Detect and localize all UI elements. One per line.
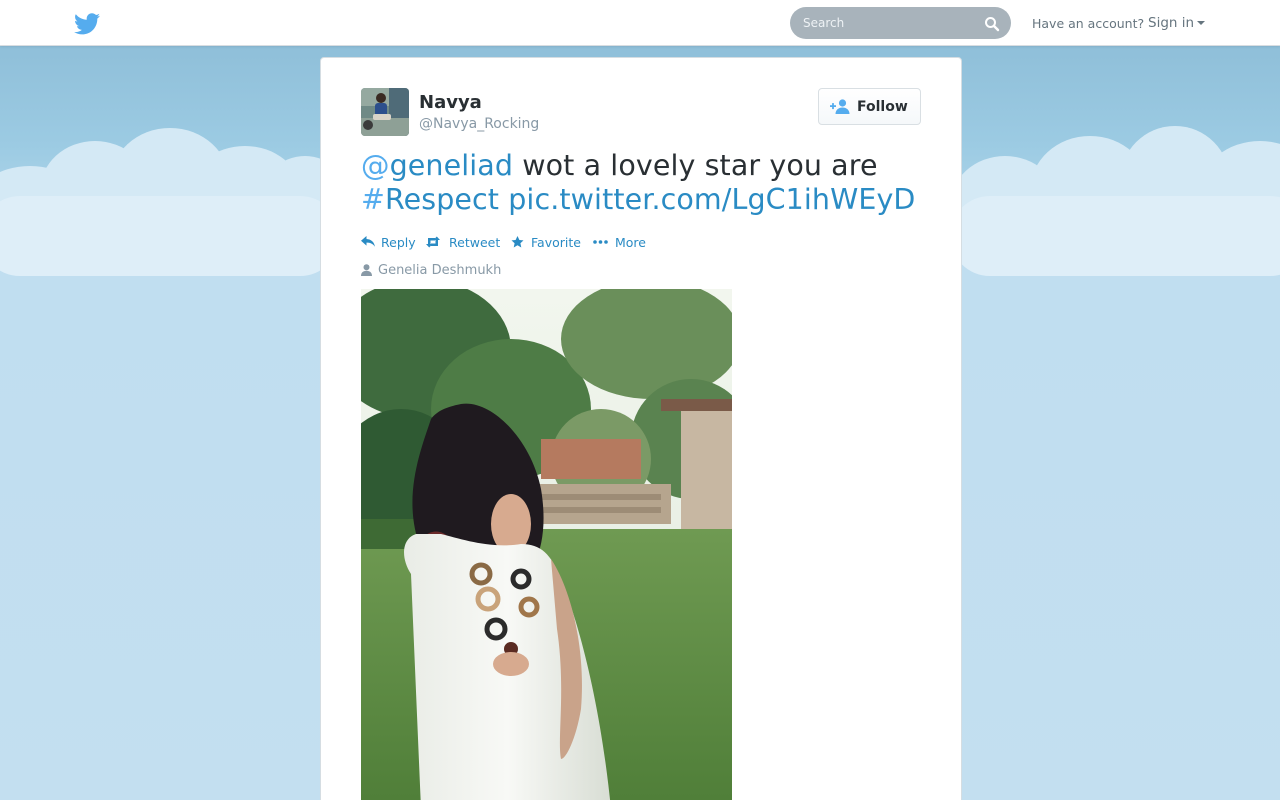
- tweet-author-name[interactable]: Navya: [419, 92, 482, 113]
- add-user-icon: [830, 99, 850, 114]
- tweet-author-handle[interactable]: @Navya_Rocking: [419, 116, 539, 132]
- avatar[interactable]: [361, 88, 409, 136]
- tweet-text: @geneliad wot a lovely star you are #Resp…: [361, 149, 931, 217]
- retweet-icon: [426, 236, 440, 248]
- user-icon: [361, 264, 372, 276]
- follow-button[interactable]: Follow: [818, 88, 921, 125]
- mentioned-user-name[interactable]: Genelia Deshmukh: [378, 263, 501, 278]
- hashtag-link[interactable]: #Respect: [361, 183, 499, 216]
- search-box: [790, 7, 1011, 39]
- cloud: [0, 196, 340, 276]
- signin-label: Sign in: [1148, 15, 1195, 31]
- top-bar: Have an account? Sign in: [0, 0, 1280, 46]
- search-input[interactable]: [790, 7, 983, 39]
- tweet-card: Navya @Navya_Rocking Follow @geneliad wo…: [320, 57, 962, 800]
- signin-dropdown[interactable]: Sign in: [1148, 15, 1206, 31]
- star-icon: [511, 236, 524, 248]
- magnifier-icon[interactable]: [984, 16, 1000, 32]
- tweet-body: wot a lovely star you are: [513, 149, 878, 182]
- mention-link[interactable]: @geneliad: [361, 149, 513, 182]
- media-link[interactable]: pic.twitter.com/LgC1ihWEyD: [508, 183, 915, 216]
- ellipsis-icon: [593, 240, 608, 244]
- tweet-photo[interactable]: [361, 289, 732, 800]
- have-account-text: Have an account?: [1032, 16, 1145, 31]
- follow-label: Follow: [857, 99, 908, 115]
- cloud: [950, 196, 1280, 276]
- chevron-down-icon: [1197, 21, 1206, 25]
- reply-icon: [361, 236, 375, 247]
- twitter-bird-icon[interactable]: [74, 13, 100, 35]
